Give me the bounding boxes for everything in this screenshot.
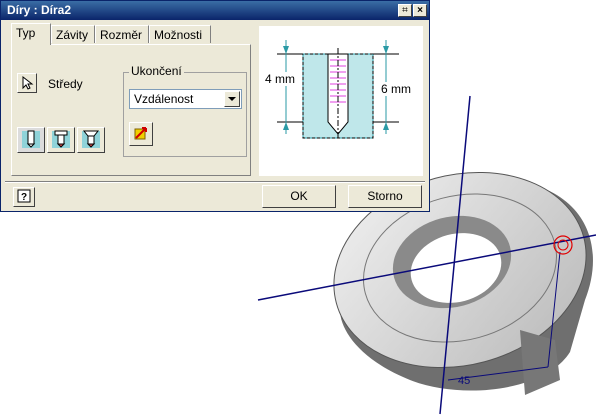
dialog-titlebar[interactable]: Díry : Díra2 ⌗ × bbox=[1, 1, 429, 20]
hole-section-diagram bbox=[277, 40, 399, 140]
tab-label: Možnosti bbox=[154, 28, 203, 42]
counterbore-hole-icon bbox=[52, 130, 70, 148]
angle-dimension-label[interactable]: 45 bbox=[458, 375, 470, 387]
termination-value: Vzdálenost bbox=[134, 92, 194, 106]
countersink-hole-icon bbox=[82, 130, 100, 148]
hole-dialog: Díry : Díra2 ⌗ × Typ Závity Rozměr Možno… bbox=[0, 0, 430, 212]
cancel-button[interactable]: Storno bbox=[348, 185, 422, 208]
drilled-hole-button[interactable] bbox=[17, 127, 45, 153]
flip-direction-icon bbox=[134, 127, 147, 140]
tab-label: Rozměr bbox=[100, 28, 143, 42]
help-icon: ? bbox=[17, 189, 31, 203]
cursor-select-icon bbox=[22, 75, 34, 90]
counterbore-hole-button[interactable] bbox=[47, 127, 75, 153]
boss-part bbox=[520, 330, 560, 395]
tab-zavity[interactable]: Závity bbox=[51, 25, 95, 43]
dialog-title: Díry : Díra2 bbox=[7, 3, 72, 17]
flip-direction-button[interactable] bbox=[129, 122, 153, 146]
drilled-hole-icon bbox=[22, 130, 40, 148]
ok-button[interactable]: OK bbox=[262, 185, 336, 208]
centers-label: Středy bbox=[48, 77, 83, 91]
tab-moznosti[interactable]: Možnosti bbox=[149, 25, 211, 43]
pin-icon[interactable]: ⌗ bbox=[398, 4, 412, 17]
help-button[interactable]: ? bbox=[13, 187, 35, 207]
tab-label: Závity bbox=[56, 28, 89, 42]
svg-text:?: ? bbox=[21, 192, 27, 203]
close-icon[interactable]: × bbox=[413, 4, 427, 17]
depth-dimension-label[interactable]: 4 mm bbox=[265, 72, 295, 86]
tab-typ[interactable]: Typ bbox=[11, 23, 51, 45]
ok-label: OK bbox=[290, 189, 308, 203]
termination-select[interactable]: Vzdálenost bbox=[129, 89, 242, 109]
footer-separator bbox=[5, 181, 425, 183]
centers-select-button[interactable] bbox=[17, 73, 37, 93]
hole-preview: 4 mm 6 mm bbox=[259, 26, 423, 176]
chevron-down-icon[interactable] bbox=[224, 91, 240, 107]
tab-rozmer[interactable]: Rozměr bbox=[95, 25, 149, 43]
diameter-dimension-label[interactable]: 6 mm bbox=[381, 82, 411, 96]
cancel-label: Storno bbox=[367, 189, 403, 203]
tab-label: Typ bbox=[16, 26, 36, 40]
termination-label: Ukončení bbox=[129, 64, 184, 78]
countersink-hole-button[interactable] bbox=[77, 127, 105, 153]
